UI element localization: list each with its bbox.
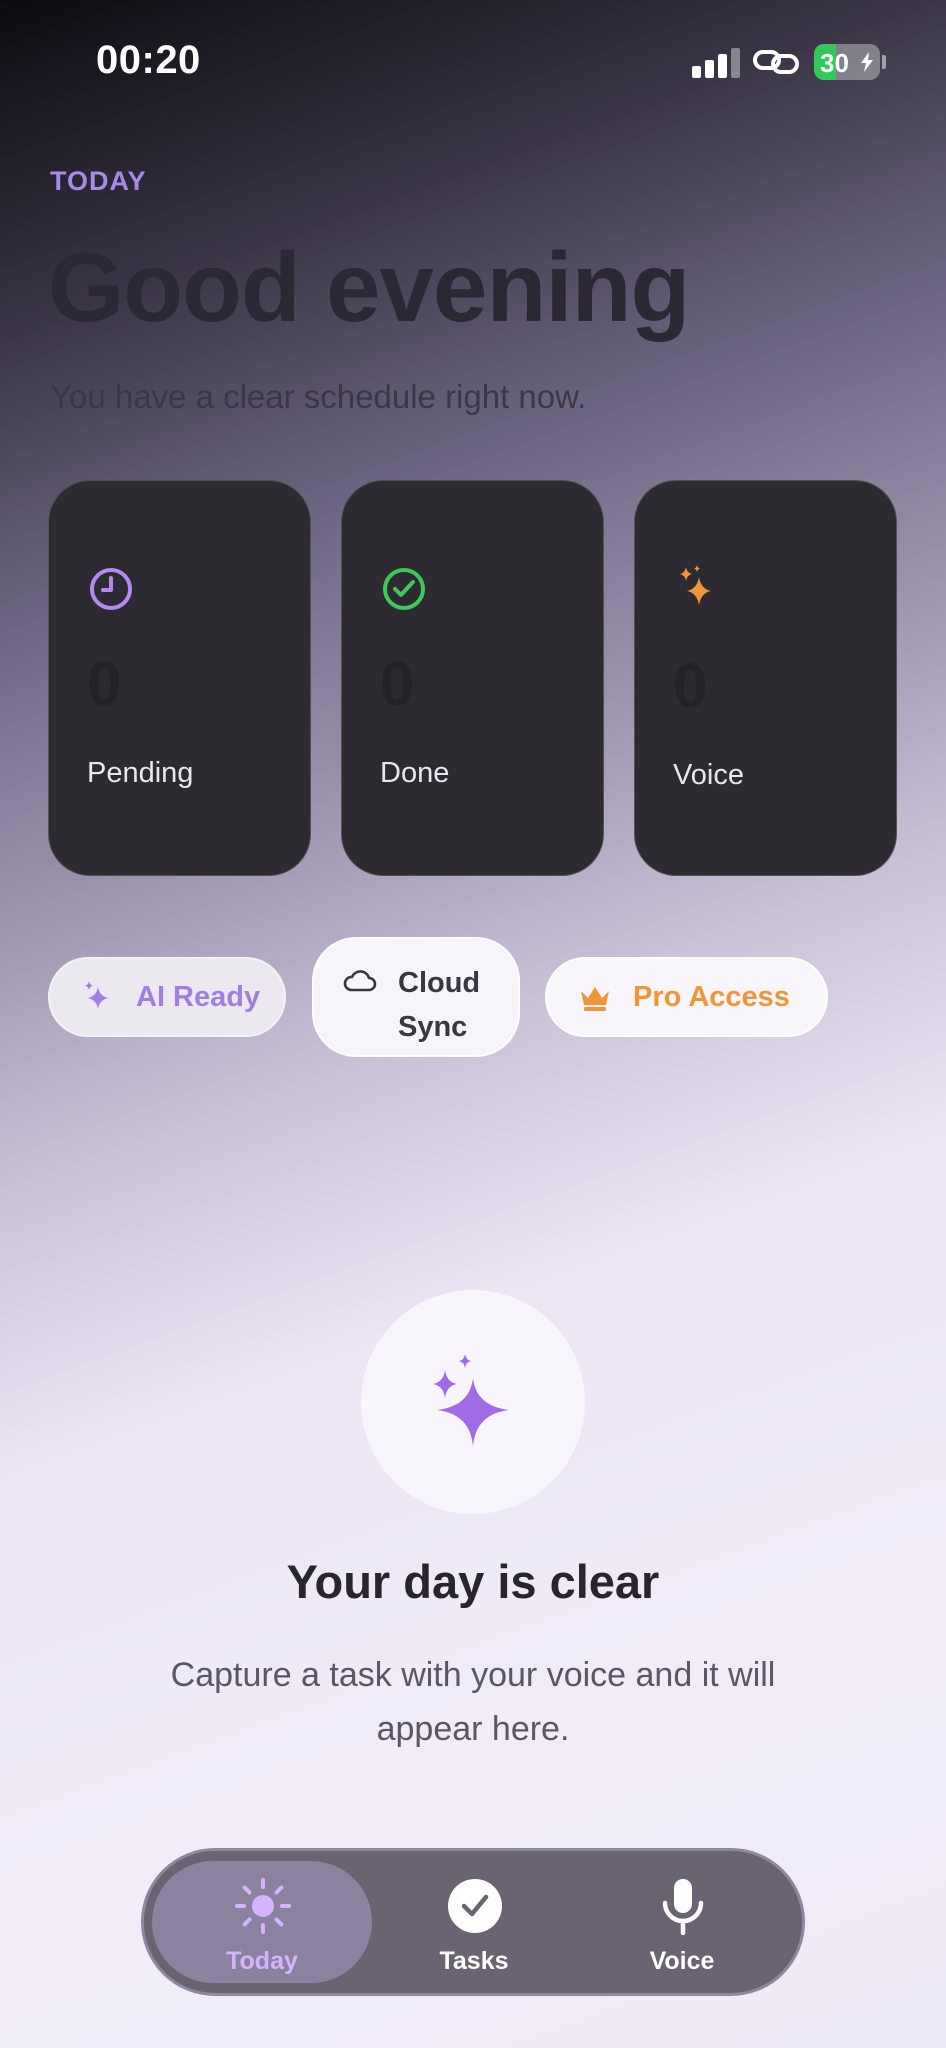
tab-tasks[interactable]: Tasks (364, 1861, 584, 1983)
tab-today[interactable]: Today (152, 1861, 372, 1983)
stat-label: Done (380, 757, 450, 789)
microphone-icon (662, 1879, 704, 1935)
stat-value: 0 (380, 650, 415, 719)
section-eyebrow: TODAY (50, 166, 147, 196)
battery-level: 30 (820, 48, 849, 78)
pro-access-badge[interactable]: Pro Access (545, 957, 828, 1037)
stat-value: 0 (673, 652, 708, 721)
empty-state-title: Your day is clear (286, 1555, 660, 1608)
tab-label: Today (226, 1947, 298, 1975)
sparkles-icon (680, 565, 711, 605)
empty-state-body: Capture a task with your voice and it wi… (170, 1656, 776, 1748)
stat-card-voice[interactable]: 0 Voice (634, 480, 897, 876)
badge-label: Pro Access (633, 980, 790, 1013)
tab-voice[interactable]: Voice (572, 1861, 792, 1983)
stat-value: 0 (87, 650, 122, 719)
stat-card-done[interactable]: 0 Done (341, 480, 604, 876)
cloud-sync-badge[interactable]: Cloud Sync (312, 937, 520, 1057)
tab-bar: Today Tasks Voice (141, 1848, 805, 1996)
personal-hotspot-icon (753, 50, 799, 74)
sparkles-icon (85, 981, 108, 1009)
badge-label-line1: Cloud (398, 967, 481, 999)
sun-icon (235, 1878, 291, 1934)
battery-icon: 30 (814, 44, 880, 80)
badge-label-line2: Sync (398, 1011, 468, 1043)
stat-card-pending[interactable]: 0 Pending (48, 480, 311, 876)
ai-ready-badge[interactable]: AI Ready (48, 957, 286, 1037)
page-title: Good evening (48, 232, 690, 342)
page-subtitle: You have a clear schedule right now. (50, 378, 587, 415)
tab-label: Voice (649, 1947, 715, 1975)
cellular-signal-icon (692, 48, 740, 78)
stat-label: Pending (87, 757, 194, 789)
cloud-icon (343, 970, 377, 992)
status-time: 00:20 (96, 38, 201, 82)
sparkles-icon (433, 1354, 509, 1446)
checkmark-circle-icon (448, 1879, 502, 1933)
stat-label: Voice (673, 759, 744, 791)
empty-state-illustration (361, 1290, 585, 1514)
charging-bolt-icon (861, 52, 873, 72)
check-circle-icon (383, 568, 425, 610)
badge-label: AI Ready (136, 980, 261, 1013)
battery-cap (882, 55, 886, 69)
status-bar: 00:20 30 (0, 0, 946, 120)
clock-icon (90, 568, 132, 610)
tab-label: Tasks (439, 1947, 509, 1975)
crown-icon (581, 987, 609, 1011)
